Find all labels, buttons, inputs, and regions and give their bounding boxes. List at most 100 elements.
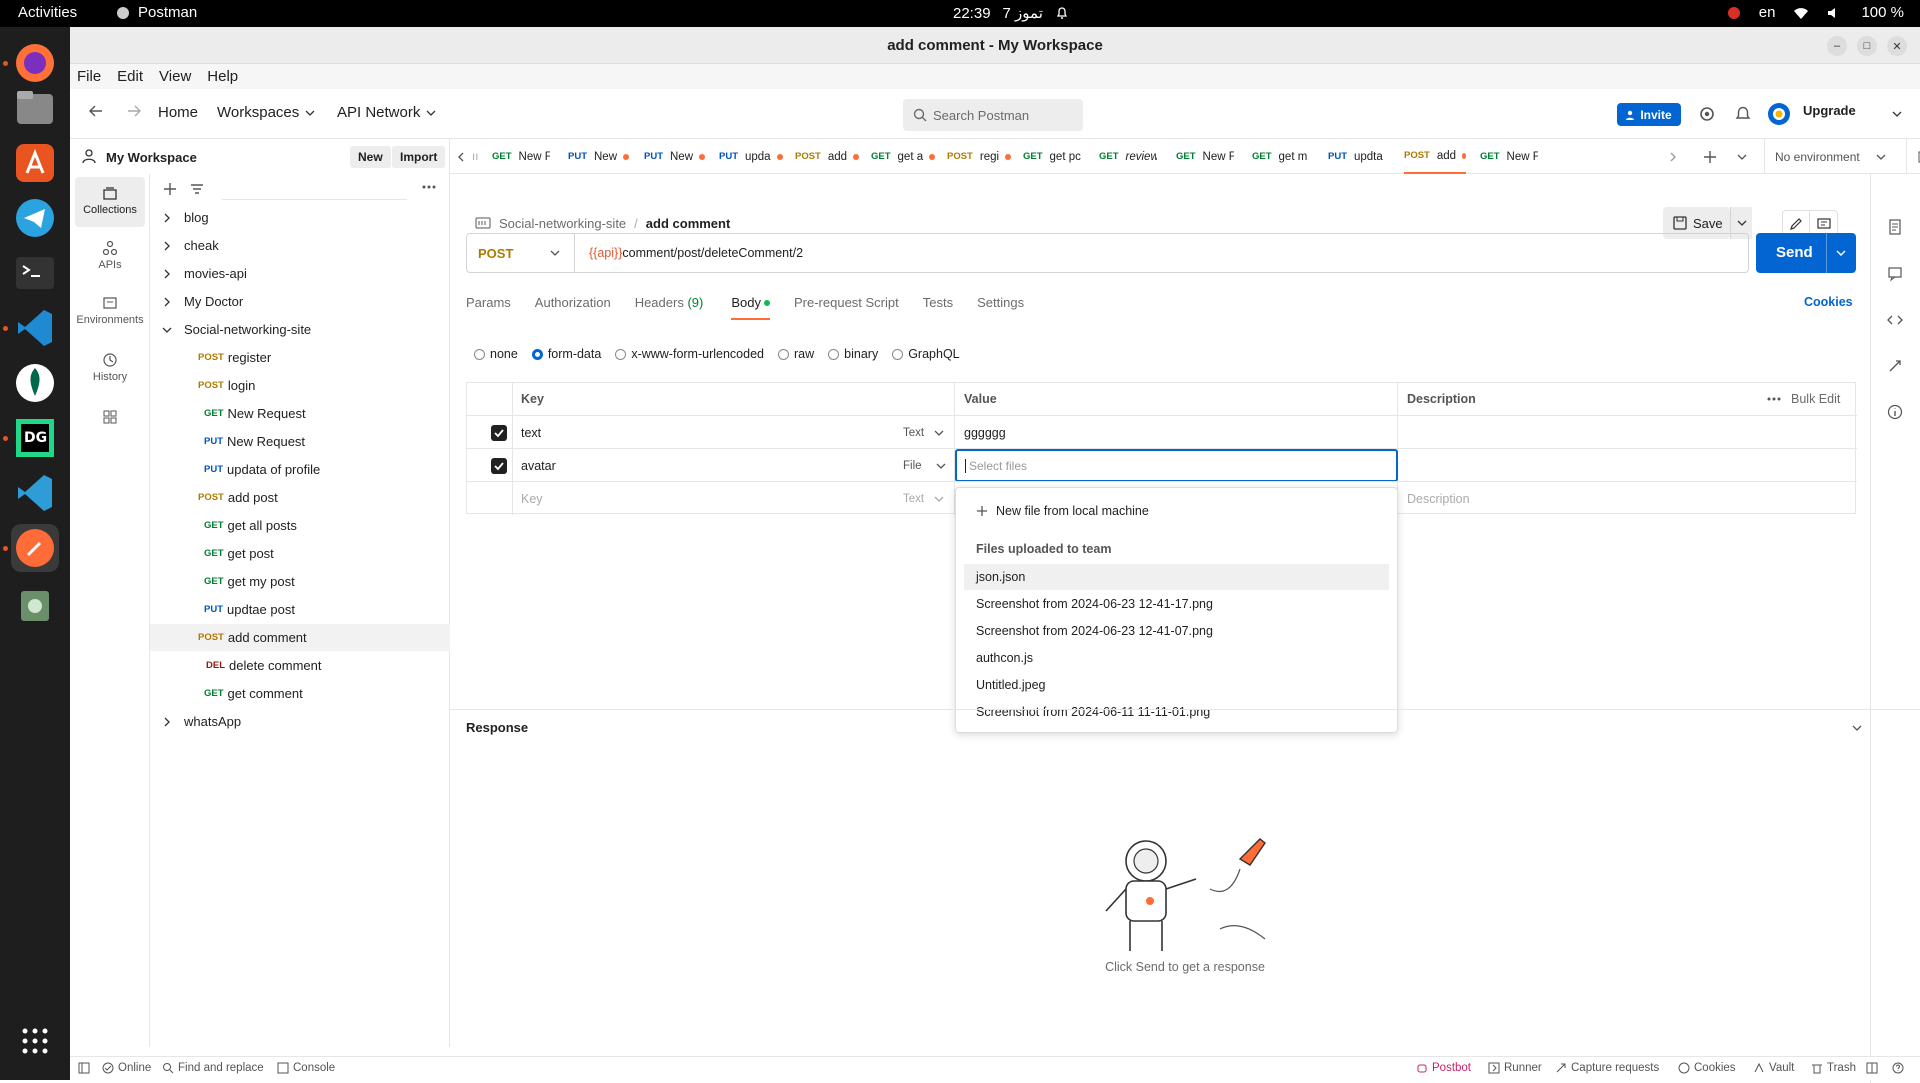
radio-form-data[interactable]: form-data bbox=[531, 347, 601, 361]
postman-dock-icon[interactable] bbox=[11, 524, 59, 572]
tree-request[interactable]: GET get post bbox=[150, 540, 450, 567]
file-option[interactable]: authcon.js bbox=[964, 645, 1389, 671]
tabs-overflow-chevron-icon[interactable] bbox=[1737, 139, 1747, 174]
telegram-icon[interactable] bbox=[11, 194, 59, 242]
environment-quick-look-icon[interactable] bbox=[1906, 139, 1920, 174]
response-collapse-chevron-icon[interactable] bbox=[1852, 723, 1862, 733]
file-option[interactable]: Untitled.jpeg bbox=[964, 672, 1389, 698]
user-avatar[interactable] bbox=[1767, 102, 1791, 126]
two-pane-view-icon[interactable] bbox=[1866, 1062, 1878, 1074]
request-tab-active[interactable]: POST add bbox=[1404, 139, 1466, 174]
tree-folder-whatsapp[interactable]: whatsApp bbox=[150, 708, 450, 735]
tree-request[interactable]: POST register bbox=[150, 344, 450, 371]
request-tab[interactable]: GET New F bbox=[1176, 139, 1234, 174]
tree-request-selected[interactable]: POST add comment bbox=[150, 624, 450, 651]
file-option[interactable]: Screenshot from 2024-06-11 11-11-01.png bbox=[964, 699, 1389, 725]
tab-params[interactable]: Params bbox=[466, 295, 511, 320]
tabs-scroll-right-icon[interactable] bbox=[1668, 139, 1678, 174]
online-status[interactable]: Online bbox=[102, 1062, 151, 1074]
tab-headers[interactable]: Headers (9) bbox=[635, 295, 704, 320]
filter-icon[interactable] bbox=[190, 182, 204, 196]
row-key[interactable]: avatar bbox=[521, 449, 556, 482]
breadcrumb-current[interactable]: add comment bbox=[646, 216, 731, 231]
menu-edit[interactable]: Edit bbox=[117, 68, 143, 85]
more-options-icon[interactable] bbox=[422, 184, 436, 190]
select-files-input[interactable]: Select files bbox=[955, 449, 1398, 482]
row-type-select[interactable]: File bbox=[903, 449, 946, 482]
forward-arrow-icon[interactable] bbox=[127, 104, 141, 118]
tab-authorization[interactable]: Authorization bbox=[535, 295, 611, 320]
invite-button[interactable]: Invite bbox=[1617, 103, 1681, 126]
request-tab[interactable]: POST add bbox=[795, 139, 859, 174]
row-checkbox[interactable] bbox=[491, 416, 507, 449]
file-option[interactable]: Screenshot from 2024-06-23 12-41-07.png bbox=[964, 618, 1389, 644]
request-tab[interactable]: POST regi bbox=[947, 139, 1013, 174]
related-collections-icon[interactable] bbox=[1887, 358, 1903, 374]
request-tab[interactable]: GET review bbox=[1099, 139, 1157, 174]
cookies-status[interactable]: Cookies bbox=[1678, 1062, 1736, 1074]
tab-pre-request-script[interactable]: Pre-request Script bbox=[794, 295, 899, 320]
datagrip-icon[interactable]: DG bbox=[11, 414, 59, 462]
row-checkbox[interactable] bbox=[491, 449, 507, 482]
tabs-scroll-left-icon[interactable] bbox=[456, 139, 466, 174]
minimize-button[interactable]: – bbox=[1827, 36, 1847, 56]
method-select[interactable]: POST bbox=[467, 234, 575, 272]
key-placeholder[interactable]: Key bbox=[521, 482, 543, 515]
code-snippet-icon[interactable] bbox=[1887, 312, 1903, 328]
tree-request[interactable]: GET get comment bbox=[150, 680, 450, 707]
request-tab[interactable]: PUT New bbox=[644, 139, 706, 174]
files-icon[interactable] bbox=[11, 84, 59, 132]
postbot[interactable]: Postbot bbox=[1416, 1062, 1471, 1074]
tab-settings[interactable]: Settings bbox=[977, 295, 1024, 320]
maximize-button[interactable]: □ bbox=[1857, 36, 1877, 56]
search-postman[interactable]: Search Postman bbox=[903, 99, 1083, 131]
tree-folder-movies-api[interactable]: movies-api bbox=[150, 260, 450, 287]
tree-folder-social[interactable]: Social-networking-site bbox=[150, 316, 450, 343]
menu-help[interactable]: Help bbox=[207, 68, 238, 85]
activities-button[interactable]: Activities bbox=[18, 4, 77, 21]
tab-body[interactable]: Body bbox=[731, 295, 770, 320]
workspaces-menu[interactable]: Workspaces bbox=[217, 104, 315, 121]
row-type-select[interactable]: Text bbox=[903, 416, 944, 449]
help-icon[interactable] bbox=[1892, 1062, 1904, 1074]
api-network-menu[interactable]: API Network bbox=[337, 104, 436, 121]
request-tab[interactable]: GET New F bbox=[1480, 139, 1538, 174]
comments-panel-icon[interactable] bbox=[1887, 266, 1903, 282]
menu-view[interactable]: View bbox=[159, 68, 191, 85]
breadcrumb-parent[interactable]: Social-networking-site bbox=[499, 216, 626, 231]
import-button[interactable]: Import bbox=[392, 146, 446, 168]
terminal-icon[interactable] bbox=[11, 249, 59, 297]
radio-raw[interactable]: raw bbox=[778, 347, 814, 361]
mongodb-compass-icon[interactable] bbox=[11, 359, 59, 407]
request-tab[interactable]: GET New F bbox=[492, 139, 550, 174]
toggle-sidebar-icon[interactable] bbox=[78, 1062, 90, 1074]
find-replace[interactable]: Find and replace bbox=[162, 1062, 264, 1074]
vscode-second-icon[interactable] bbox=[11, 469, 59, 517]
tree-folder-my-doctor[interactable]: My Doctor bbox=[150, 288, 450, 315]
tree-request[interactable]: GET New Request bbox=[150, 400, 450, 427]
clock[interactable]: 22:39 تموز 7 bbox=[953, 4, 1069, 22]
tree-request[interactable]: PUT updtae post bbox=[150, 596, 450, 623]
app-menu[interactable]: Postman bbox=[116, 4, 197, 21]
capture-requests[interactable]: Capture requests bbox=[1555, 1062, 1659, 1074]
cookies-link[interactable]: Cookies bbox=[1804, 295, 1853, 309]
new-file-option[interactable]: New file from local machine bbox=[964, 498, 1389, 524]
back-arrow-icon[interactable] bbox=[89, 104, 103, 118]
file-option[interactable]: Screenshot from 2024-06-23 12-41-17.png bbox=[964, 591, 1389, 617]
new-button[interactable]: New bbox=[350, 146, 391, 168]
trash[interactable]: Trash bbox=[1811, 1062, 1856, 1074]
rail-apis[interactable]: APIs bbox=[75, 234, 145, 280]
vault[interactable]: Vault bbox=[1753, 1062, 1794, 1074]
vscode-icon[interactable] bbox=[11, 304, 59, 352]
system-tray[interactable]: en 100 % bbox=[1727, 4, 1904, 21]
radio-urlencoded[interactable]: x-www-form-urlencoded bbox=[615, 347, 764, 361]
request-tab[interactable]: GET get m bbox=[1252, 139, 1310, 174]
request-tab[interactable]: GET get pc bbox=[1023, 139, 1081, 174]
tree-folder-blog[interactable]: blog bbox=[150, 204, 450, 231]
home-link[interactable]: Home bbox=[158, 104, 198, 121]
request-tab[interactable]: PUT upda bbox=[719, 139, 785, 174]
tree-request[interactable]: POST login bbox=[150, 372, 450, 399]
tree-request[interactable]: GET get all posts bbox=[150, 512, 450, 539]
show-apps-icon[interactable] bbox=[11, 1017, 59, 1065]
upgrade-button[interactable]: Upgrade bbox=[1803, 103, 1856, 118]
